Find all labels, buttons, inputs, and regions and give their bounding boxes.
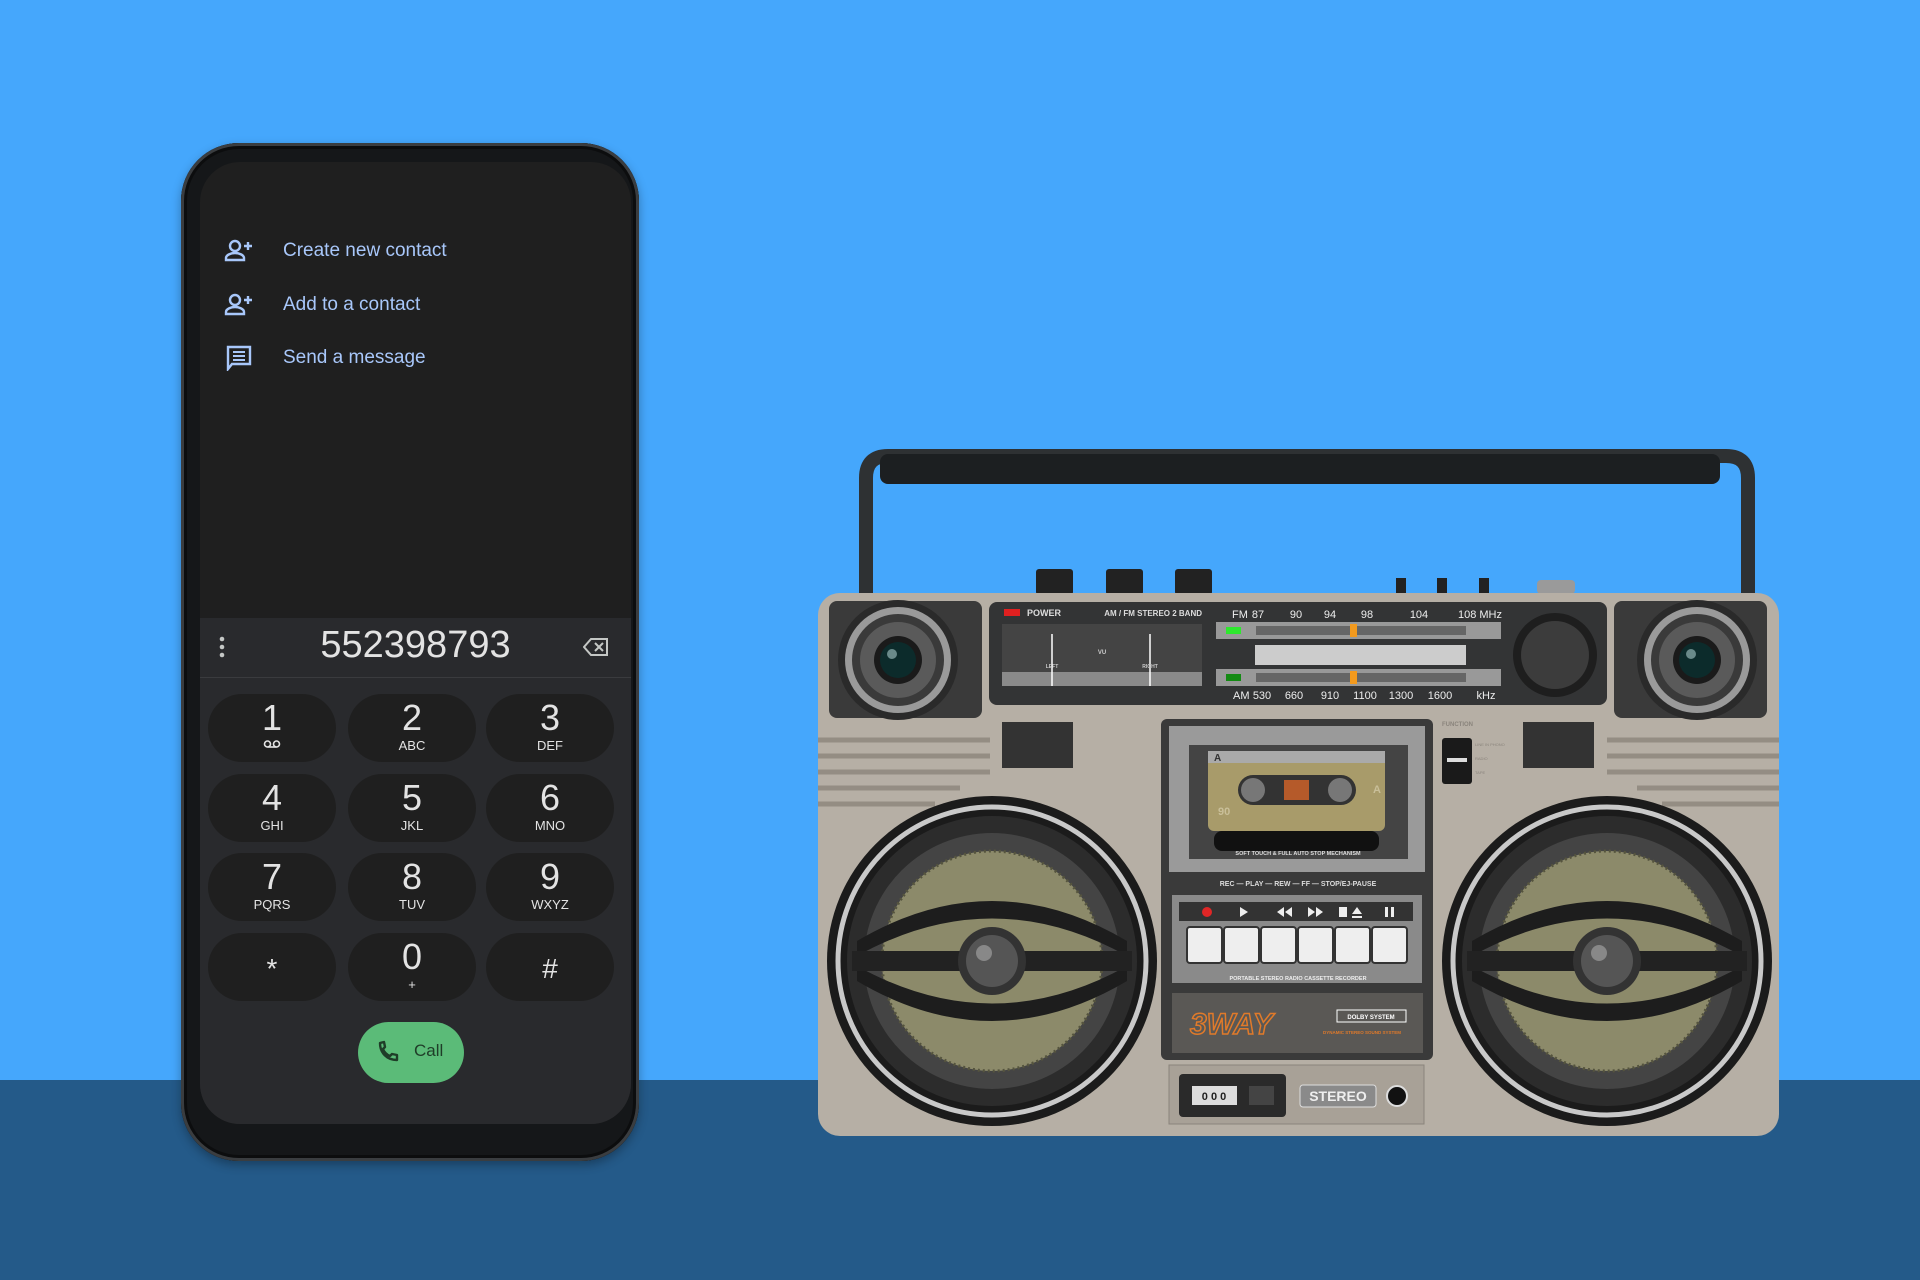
tape-length-label: 90	[1218, 806, 1230, 818]
counter-value: 0 0 0	[1202, 1091, 1226, 1103]
svg-text:94: 94	[1324, 609, 1336, 621]
transport-keys[interactable]	[1186, 926, 1408, 964]
svg-text:1100: 1100	[1353, 690, 1377, 702]
grille-right	[1523, 722, 1594, 768]
tagline: PORTABLE STEREO RADIO CASSETTE RECORDER	[1229, 976, 1366, 982]
fm-tuning-marker	[1350, 624, 1357, 637]
dolby-label: DOLBY SYSTEM	[1347, 1015, 1394, 1021]
vu-left-label: LEFT	[1046, 664, 1059, 670]
am-label: AM	[1233, 690, 1250, 702]
top-knobs[interactable]	[1036, 569, 1575, 596]
mechanism-label: SOFT TOUCH & FULL AUTO STOP MECHANISM	[1235, 851, 1361, 857]
headphone-jack[interactable]	[1386, 1085, 1408, 1107]
stereo-badge: STEREO	[1309, 1088, 1367, 1104]
svg-text:104: 104	[1410, 609, 1428, 621]
power-led	[1004, 609, 1020, 616]
svg-text:RADIO: RADIO	[1475, 756, 1488, 761]
svg-text:910: 910	[1321, 690, 1339, 702]
svg-text:LINE IN PHONO: LINE IN PHONO	[1475, 742, 1505, 747]
svg-text:90: 90	[1290, 609, 1302, 621]
tape-side-label: A	[1214, 753, 1221, 764]
counter-reset-button[interactable]	[1249, 1086, 1274, 1105]
svg-text:TAPE: TAPE	[1475, 770, 1485, 775]
svg-text:530: 530	[1253, 690, 1271, 702]
function-label: FUNCTION	[1442, 722, 1473, 728]
tuning-strip	[1255, 645, 1466, 665]
svg-text:kHz: kHz	[1477, 690, 1496, 702]
transport-icons	[1179, 902, 1413, 921]
vu-right-label: RIGHT	[1142, 664, 1158, 670]
am-tuning-marker	[1350, 671, 1357, 684]
svg-text:98: 98	[1361, 609, 1373, 621]
record-icon	[1202, 907, 1212, 917]
tweeter-right	[1637, 600, 1757, 720]
woofer-right	[1442, 796, 1772, 1126]
svg-text:A: A	[1373, 784, 1381, 796]
vu-label: VU	[1098, 650, 1106, 656]
dynamic-label: DYNAMIC STEREO SOUND SYSTEM	[1323, 1030, 1401, 1035]
svg-text:87: 87	[1252, 609, 1264, 621]
svg-text:1600: 1600	[1428, 690, 1452, 702]
fm-label: FM	[1232, 609, 1248, 621]
svg-text:660: 660	[1285, 690, 1303, 702]
tweeter-left	[838, 600, 958, 720]
svg-text:108 MHz: 108 MHz	[1458, 609, 1502, 621]
3way-logo: 3WAY	[1190, 1008, 1276, 1041]
power-label: POWER	[1027, 608, 1062, 618]
handle-grip[interactable]	[880, 454, 1720, 484]
controls-label: REC — PLAY — REW — FF — STOP/EJ-PAUSE	[1220, 881, 1377, 888]
boombox: POWER AM / FM STEREO 2 BAND VU LEFT RIGH…	[818, 449, 1779, 1136]
svg-text:1300: 1300	[1389, 690, 1413, 702]
woofer-left	[827, 796, 1157, 1126]
grille-left	[1002, 722, 1073, 768]
band-label: AM / FM STEREO 2 BAND	[1104, 609, 1202, 618]
